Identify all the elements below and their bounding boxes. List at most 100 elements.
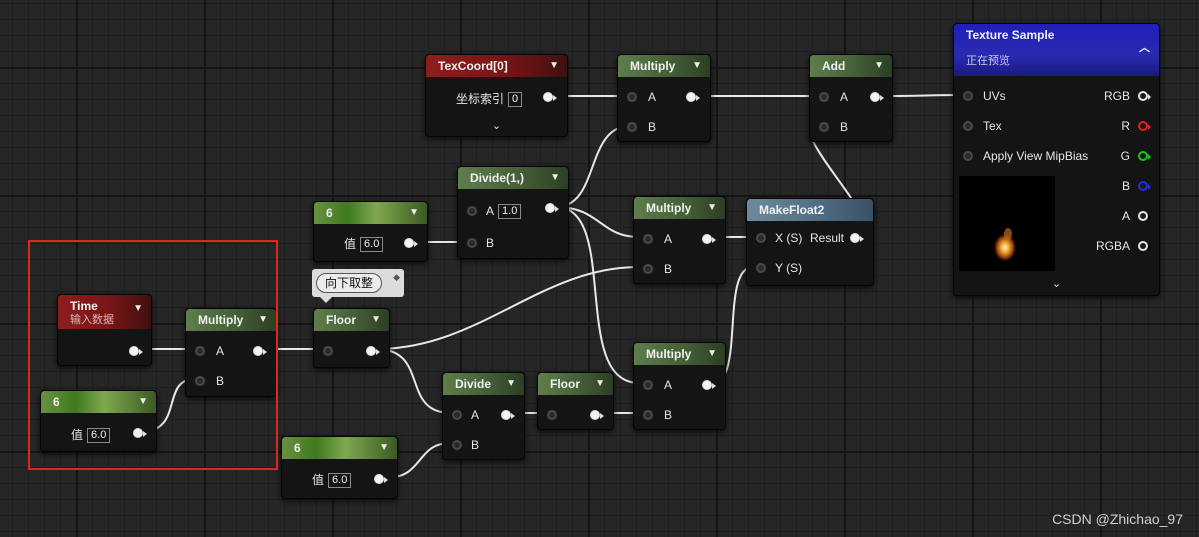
pin-label-a: A — [840, 90, 849, 104]
output-pin[interactable] — [870, 92, 884, 102]
chevron-down-icon[interactable]: ▼ — [549, 55, 559, 77]
node-header[interactable]: 6 ▼ — [314, 202, 427, 224]
wire-floor-to-multiply-mid-b — [375, 266, 640, 350]
chevron-down-icon[interactable]: ▼ — [595, 373, 605, 395]
pin-label-b: B — [648, 120, 657, 134]
input-pin-b[interactable] — [467, 238, 477, 248]
output-pin[interactable] — [543, 92, 557, 102]
input-pin-a[interactable] — [643, 234, 653, 244]
input-pin-b[interactable] — [819, 122, 829, 132]
pin-row-a: A 1.0 — [486, 203, 522, 220]
node-header[interactable]: Texture Sample 正在预览 ︿ — [954, 24, 1159, 76]
constant-6-bottom-node[interactable]: 6 ▼ 值 6.0 — [281, 436, 398, 499]
node-title: Floor — [550, 377, 580, 391]
output-label-rgba: RGBA — [1095, 239, 1130, 253]
output-pin-rgb[interactable] — [1138, 91, 1151, 101]
input-pin-b[interactable] — [452, 440, 462, 450]
input-pin-a[interactable] — [643, 380, 653, 390]
texcoord-node[interactable]: TexCoord[0] ▼ 坐标索引 0 ⌄ — [425, 54, 568, 137]
expand-chevron-icon[interactable]: ⌄ — [426, 119, 567, 132]
pin-label-a: A — [648, 90, 657, 104]
add-node[interactable]: Add ▼ A B — [809, 54, 893, 142]
node-title: Divide(1,) — [470, 171, 525, 185]
watermark: CSDN @Zhichao_97 — [1052, 511, 1183, 527]
node-header[interactable]: Floor ▼ — [538, 373, 613, 395]
input-pin-y[interactable] — [756, 263, 766, 273]
input-pin-tex[interactable] — [963, 121, 973, 131]
output-pin[interactable] — [686, 92, 700, 102]
chevron-down-icon[interactable]: ▼ — [506, 373, 516, 395]
multiply-top-node[interactable]: Multiply ▼ A B — [617, 54, 711, 142]
node-header[interactable]: Multiply ▼ — [634, 343, 725, 365]
floor-top-node[interactable]: Floor ▼ — [313, 308, 390, 368]
node-header[interactable]: Multiply ▼ — [618, 55, 710, 77]
chevron-down-icon[interactable]: ▼ — [550, 167, 560, 189]
input-pin-b[interactable] — [643, 410, 653, 420]
chevron-up-icon[interactable]: ︿ — [1139, 40, 1150, 56]
chevron-down-icon[interactable]: ▼ — [409, 202, 419, 224]
output-pin[interactable] — [702, 380, 716, 390]
node-title: Texture Sample — [966, 28, 1055, 42]
constant-6-top-node[interactable]: 6 ▼ 值 6.0 — [313, 201, 428, 262]
output-pin-result[interactable] — [850, 233, 864, 243]
texture-sample-node[interactable]: Texture Sample 正在预览 ︿ UVs Tex Apply View M… — [953, 23, 1160, 296]
output-pin-a[interactable] — [1138, 211, 1151, 221]
expand-chevron-icon[interactable]: ⌄ — [954, 277, 1159, 290]
divide-node[interactable]: Divide ▼ A B — [442, 372, 525, 460]
value-row: 值 6.0 — [344, 236, 384, 253]
node-header[interactable]: Add ▼ — [810, 55, 892, 77]
node-title: Multiply — [646, 347, 692, 361]
node-header[interactable]: TexCoord[0] ▼ — [426, 55, 567, 77]
chevron-down-icon[interactable]: ▼ — [379, 437, 389, 459]
output-pin-g[interactable] — [1138, 151, 1151, 161]
input-pin-a[interactable] — [467, 206, 477, 216]
constant-value-field[interactable]: 6.0 — [360, 237, 384, 253]
tooltip-arrow — [320, 297, 332, 303]
node-header[interactable]: Divide ▼ — [443, 373, 524, 395]
input-label-apply-view-mipbias: Apply View MipBias — [983, 149, 1089, 163]
input-pin-apply-view-mipbias[interactable] — [963, 151, 973, 161]
output-pin-r[interactable] — [1138, 121, 1151, 131]
node-header[interactable]: MakeFloat2 — [747, 199, 873, 221]
chevron-down-icon[interactable]: ▼ — [874, 55, 884, 77]
node-header[interactable]: Divide(1,) ▼ — [458, 167, 568, 189]
output-pin[interactable] — [590, 410, 604, 420]
chevron-down-icon[interactable]: ▼ — [707, 197, 717, 219]
node-header[interactable]: Floor ▼ — [314, 309, 389, 331]
chevron-down-icon[interactable]: ▼ — [707, 343, 717, 365]
chevron-down-icon[interactable]: ▼ — [371, 309, 381, 331]
output-pin[interactable] — [374, 474, 388, 484]
output-label-a: A — [1121, 209, 1130, 223]
multiply-bottom-node[interactable]: Multiply ▼ A B — [633, 342, 726, 430]
divide-const-node[interactable]: Divide(1,) ▼ A 1.0 B — [457, 166, 569, 259]
coordinate-index-field[interactable]: 0 — [508, 92, 523, 108]
input-pin[interactable] — [323, 346, 333, 356]
input-pin-a[interactable] — [819, 92, 829, 102]
constant-value-field[interactable]: 6.0 — [328, 473, 352, 489]
divide-a-value-field[interactable]: 1.0 — [498, 204, 522, 220]
input-pin-uvs[interactable] — [963, 91, 973, 101]
input-pin-a[interactable] — [627, 92, 637, 102]
node-header[interactable]: 6 ▼ — [282, 437, 397, 459]
node-header[interactable]: Multiply ▼ — [634, 197, 725, 219]
node-title: 6 — [326, 206, 333, 220]
multiply-mid-node[interactable]: Multiply ▼ A B — [633, 196, 726, 284]
chevron-down-icon[interactable]: ▼ — [692, 55, 702, 77]
output-pin[interactable] — [545, 203, 559, 213]
output-pin-b[interactable] — [1138, 181, 1151, 191]
pin-label-x: X (S) — [775, 231, 803, 245]
input-pin[interactable] — [547, 410, 557, 420]
input-pin-x[interactable] — [756, 233, 766, 243]
floor-bottom-node[interactable]: Floor ▼ — [537, 372, 614, 430]
output-pin[interactable] — [501, 410, 515, 420]
output-pin-rgba[interactable] — [1138, 241, 1151, 251]
pin-icon[interactable]: ◆ — [393, 272, 400, 283]
output-pin[interactable] — [366, 346, 380, 356]
output-pin[interactable] — [702, 234, 716, 244]
makefloat2-node[interactable]: MakeFloat2 X (S) Result Y (S) — [746, 198, 874, 286]
pin-label-y: Y (S) — [775, 261, 803, 275]
input-pin-b[interactable] — [627, 122, 637, 132]
input-pin-b[interactable] — [643, 264, 653, 274]
input-pin-a[interactable] — [452, 410, 462, 420]
output-pin[interactable] — [404, 238, 418, 248]
